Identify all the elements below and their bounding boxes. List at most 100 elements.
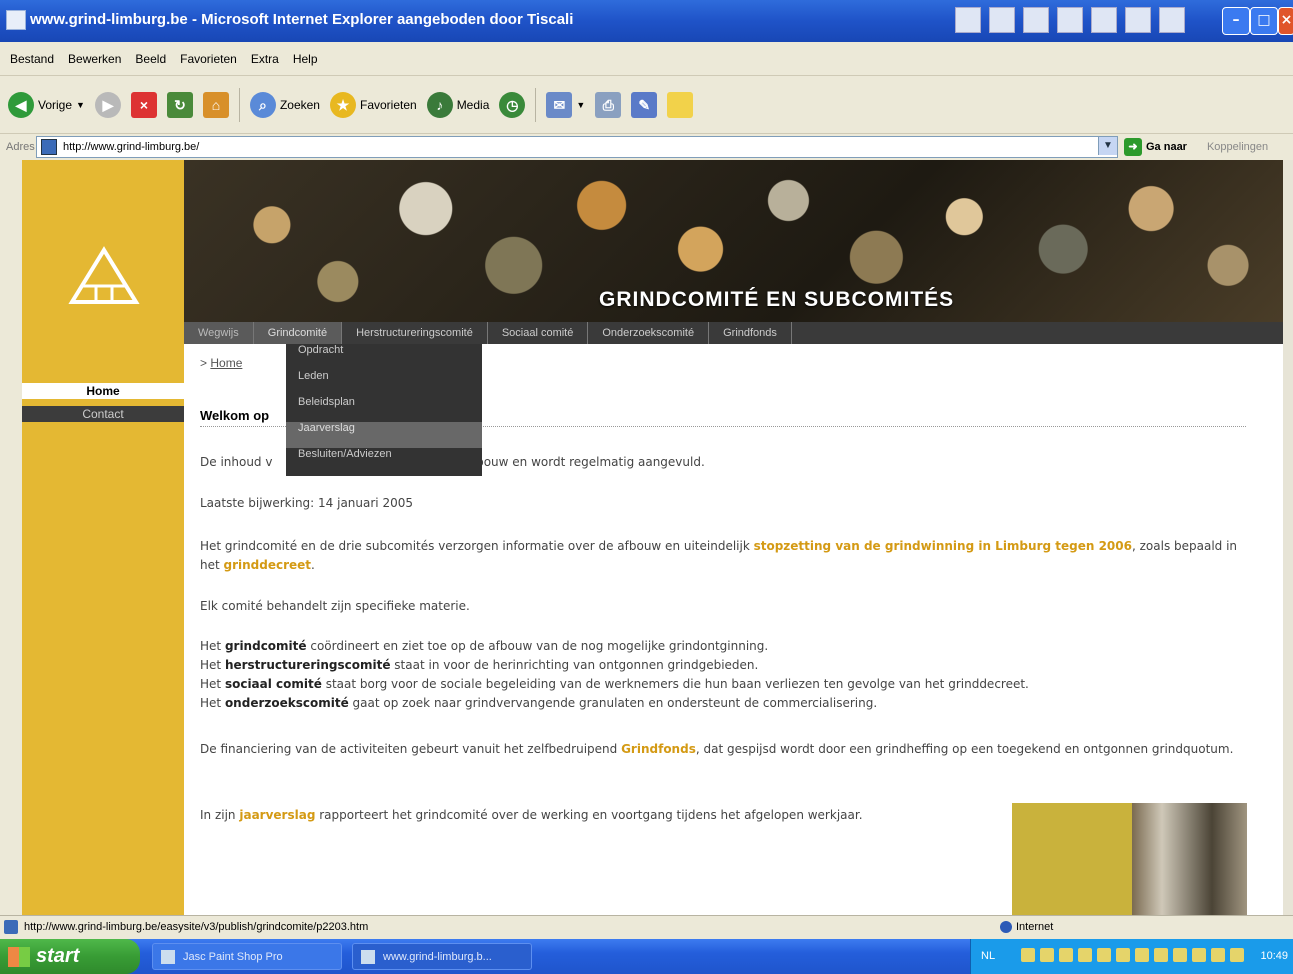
sidebar-item-contact[interactable]: Contact <box>22 406 184 422</box>
search-label: Zoeken <box>279 97 320 112</box>
tab-sociaal-comite[interactable]: Sociaal comité <box>488 322 589 344</box>
language-indicator[interactable]: NL <box>981 950 995 962</box>
taskbar-item-ie[interactable]: www.grind-limburg.b... <box>352 943 532 970</box>
refresh-button[interactable]: ↻ <box>166 88 193 122</box>
taskbar-item-label: Jasc Paint Shop Pro <box>183 951 283 963</box>
star-icon: ★ <box>329 91 356 118</box>
favorites-label: Favorieten <box>359 97 417 112</box>
dropdown-item-jaarverslag[interactable]: Jaarverslag <box>286 422 482 448</box>
tray-icon[interactable] <box>1154 948 1168 962</box>
tray-icon[interactable] <box>1116 948 1130 962</box>
ie-icon <box>361 950 375 964</box>
tray-icon[interactable] <box>1230 948 1244 962</box>
link-grindfonds[interactable]: Grindfonds <box>621 742 696 756</box>
link-jaarverslag[interactable]: jaarverslag <box>239 808 315 822</box>
window-title-bar[interactable]: www.grind-limburg.be - Microsoft Interne… <box>0 0 1293 42</box>
dropdown-item-besluiten[interactable]: Besluiten/Adviezen <box>286 448 482 474</box>
tray-icon[interactable] <box>1135 948 1149 962</box>
toolbar-extra-icon[interactable] <box>1023 7 1049 33</box>
dropdown-item-leden[interactable]: Leden <box>286 370 482 396</box>
list-item-text: staat in voor de herinrichting van ontgo… <box>390 658 759 672</box>
p3-text: De financiering van de activiteiten gebe… <box>200 742 622 756</box>
menu-bar: Bestand Bewerken Beeld Favorieten Extra … <box>0 42 1293 76</box>
go-button[interactable]: ➜ Ga naar <box>1124 138 1187 156</box>
tray-icon[interactable] <box>1040 948 1054 962</box>
tray-icon[interactable] <box>1173 948 1187 962</box>
address-input[interactable]: http://www.grind-limburg.be/ ▼ <box>36 136 1118 158</box>
toolbar-extra-icon[interactable] <box>1091 7 1117 33</box>
tray-icon[interactable] <box>1021 948 1035 962</box>
list-item-text: coördineert en ziet toe op de afbouw van… <box>306 639 769 653</box>
menu-help[interactable]: Help <box>293 52 318 66</box>
header-banner: GRINDCOMITÉ EN SUBCOMITÉS <box>184 160 1283 322</box>
system-tray: NL 10:49 <box>970 939 1293 974</box>
banner-title: GRINDCOMITÉ EN SUBCOMITÉS <box>599 288 955 311</box>
toolbar-extra-icon[interactable] <box>1159 7 1185 33</box>
paragraph-jaarverslag: In zijn jaarverslag rapporteert het grin… <box>200 806 940 825</box>
p4-text: In zijn <box>200 808 240 822</box>
menu-bestand[interactable]: Bestand <box>10 52 54 66</box>
tab-herstructureringscomite[interactable]: Herstructureringscomité <box>342 322 488 344</box>
minimize-button[interactable]: – <box>1222 7 1250 35</box>
tab-grindfonds[interactable]: Grindfonds <box>709 322 792 344</box>
toolbar-extra-icon[interactable] <box>1057 7 1083 33</box>
home-icon: ⌂ <box>202 91 229 118</box>
menu-beeld[interactable]: Beeld <box>135 52 166 66</box>
menu-bewerken[interactable]: Bewerken <box>68 52 121 66</box>
start-button[interactable]: start <box>0 939 140 974</box>
status-url: http://www.grind-limburg.be/easysite/v3/… <box>24 921 369 933</box>
search-button[interactable]: ⌕ Zoeken <box>249 88 320 122</box>
toolbar-extra-icon[interactable] <box>955 7 981 33</box>
chevron-down-icon[interactable]: ▼ <box>1098 137 1117 155</box>
link-grinddecreet[interactable]: grinddecreet <box>224 558 312 572</box>
dropdown-item-opdracht[interactable]: Opdracht <box>286 344 482 370</box>
list-item-text: staat borg voor de sociale begeleiding v… <box>321 677 1029 691</box>
toolbar-extra-icon[interactable] <box>1125 7 1151 33</box>
toolbar-extra-icon[interactable] <box>989 7 1015 33</box>
toolbar-separator <box>238 87 240 122</box>
ie-icon <box>6 10 26 30</box>
breadcrumb-prefix: > <box>200 356 208 370</box>
committee-list: Het grindcomité coördineert en ziet toe … <box>200 637 1250 713</box>
media-button[interactable]: ♪ Media <box>426 88 489 122</box>
dropdown-item-beleidsplan[interactable]: Beleidsplan <box>286 396 482 422</box>
tab-wegwijs[interactable]: Wegwijs <box>184 322 254 344</box>
print-icon: ⎙ <box>595 91 622 118</box>
breadcrumb: > Home <box>200 356 242 370</box>
tray-icon[interactable] <box>1211 948 1225 962</box>
site-logo <box>68 246 140 304</box>
mail-button[interactable]: ✉ ▼ <box>546 88 585 122</box>
home-button[interactable]: ⌂ <box>202 88 229 122</box>
tray-icon[interactable] <box>1059 948 1073 962</box>
history-button[interactable]: ◷ <box>499 88 526 122</box>
maximize-button[interactable]: □ <box>1250 7 1278 35</box>
favorites-button[interactable]: ★ Favorieten <box>329 88 417 122</box>
tray-icon[interactable] <box>1192 948 1206 962</box>
tab-grindcomite[interactable]: Grindcomité <box>253 322 343 344</box>
paint-icon <box>161 950 175 964</box>
tray-icon[interactable] <box>1078 948 1092 962</box>
refresh-icon: ↻ <box>166 91 193 118</box>
taskbar-item-paintshop[interactable]: Jasc Paint Shop Pro <box>152 943 342 970</box>
vertical-scrollbar[interactable] <box>1283 160 1293 915</box>
chevron-down-icon: ▼ <box>576 99 586 110</box>
print-button[interactable]: ⎙ <box>595 88 622 122</box>
edit-button[interactable]: ✎ <box>631 88 658 122</box>
sidebar-item-home[interactable]: Home <box>22 383 184 399</box>
address-url: http://www.grind-limburg.be/ <box>63 141 200 153</box>
back-button[interactable]: ◀ Vorige ▼ <box>8 88 85 122</box>
messenger-button[interactable] <box>667 88 694 122</box>
report-thumbnail[interactable] <box>1012 803 1247 915</box>
links-toolbar[interactable]: Koppelingen <box>1207 141 1268 153</box>
link-stopzetting[interactable]: stopzetting van de grindwinning in Limbu… <box>754 539 1132 553</box>
menu-extra[interactable]: Extra <box>251 52 279 66</box>
tab-onderzoekscomite[interactable]: Onderzoekscomité <box>588 322 710 344</box>
menu-favorieten[interactable]: Favorieten <box>180 52 237 66</box>
title-bar-extra-icons <box>955 7 1185 35</box>
close-button[interactable]: × <box>1278 7 1293 35</box>
breadcrumb-home-link[interactable]: Home <box>210 356 242 370</box>
forward-button[interactable]: ▶ <box>94 88 121 122</box>
clock[interactable]: 10:49 <box>1260 950 1288 962</box>
tray-icon[interactable] <box>1097 948 1111 962</box>
stop-button[interactable]: × <box>130 88 157 122</box>
